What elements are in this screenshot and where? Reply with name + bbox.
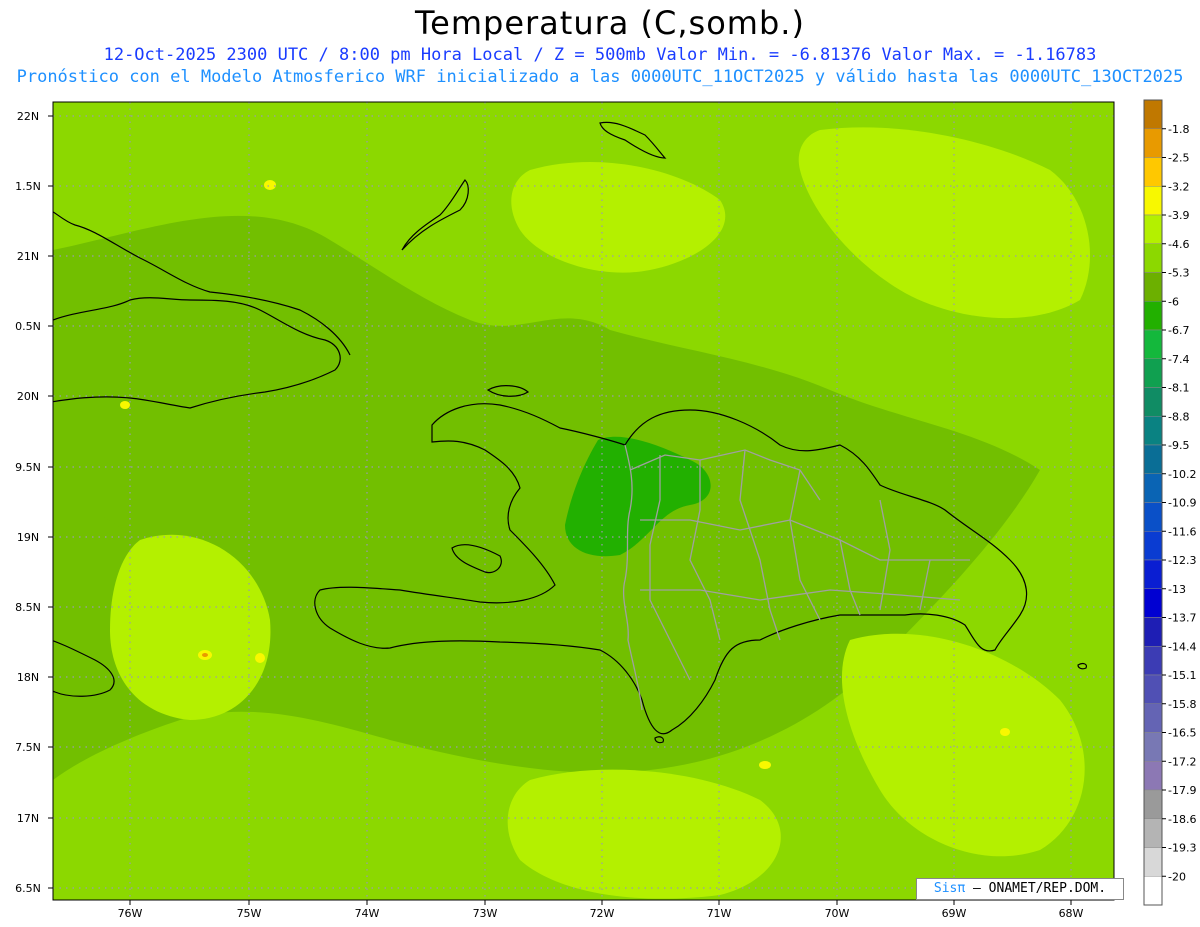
warm-spot bbox=[1000, 728, 1010, 736]
colorbar-swatch bbox=[1143, 818, 1163, 848]
colorbar-swatch bbox=[1143, 358, 1163, 388]
colorbar-label: -19.3 bbox=[1168, 842, 1196, 855]
colorbar-swatch bbox=[1143, 703, 1163, 733]
colorbar-label: -10.9 bbox=[1168, 497, 1196, 510]
lon-tick-label: 74W bbox=[355, 907, 380, 920]
colorbar-swatch bbox=[1143, 761, 1163, 791]
colorbar-label: -16.5 bbox=[1168, 727, 1196, 740]
colorbar-label: -5.3 bbox=[1168, 267, 1189, 280]
colorbar-swatch bbox=[1143, 99, 1163, 129]
colorbar-swatch bbox=[1143, 588, 1163, 618]
colorbar-swatch bbox=[1143, 272, 1163, 302]
warm-spot bbox=[264, 180, 276, 190]
onamet-credit: – ONAMET/REP.DOM. bbox=[973, 881, 1107, 896]
lon-tick-label: 72W bbox=[590, 907, 615, 920]
colorbar: -1.8 -2.5 -3.2 -3.9 -4.6 -5.3 -6 -6.7 -7.4 -8.1 -8… bbox=[1143, 99, 1196, 906]
lon-tick-label: 69W bbox=[942, 907, 967, 920]
colorbar-label: -11.6 bbox=[1168, 525, 1196, 538]
temperature-map: 22N 1.5N 21N 0.5N 20N 9.5N 19N 8.5N 18N 7.5N 17N 6.… bbox=[15, 99, 1196, 920]
colorbar-label: -9.5 bbox=[1168, 439, 1189, 452]
colorbar-label: -17.2 bbox=[1168, 755, 1196, 768]
colorbar-label: -12.3 bbox=[1168, 554, 1196, 567]
sispi-logo: Sisπ bbox=[933, 881, 966, 896]
colorbar-label: -18.6 bbox=[1168, 813, 1196, 826]
colorbar-swatch bbox=[1143, 617, 1163, 647]
colorbar-swatch bbox=[1143, 531, 1163, 561]
lat-tick-label: 0.5N bbox=[15, 320, 41, 333]
lon-tick-label: 73W bbox=[473, 907, 498, 920]
lat-tick-label: 21N bbox=[17, 250, 39, 263]
colorbar-swatch bbox=[1143, 301, 1163, 331]
colorbar-swatch bbox=[1143, 387, 1163, 417]
colorbar-label: -1.8 bbox=[1168, 123, 1189, 136]
lat-tick-label: 22N bbox=[17, 110, 39, 123]
colorbar-swatch bbox=[1143, 329, 1163, 359]
colorbar-swatch bbox=[1143, 214, 1163, 244]
lat-tick-label: 8.5N bbox=[15, 601, 41, 614]
colorbar-swatch bbox=[1143, 444, 1163, 474]
colorbar-label: -20 bbox=[1168, 870, 1186, 883]
colorbar-swatch bbox=[1143, 186, 1163, 216]
hot-spot bbox=[202, 653, 208, 657]
colorbar-label: -3.9 bbox=[1168, 209, 1189, 222]
colorbar-label: -8.1 bbox=[1168, 382, 1189, 395]
lat-tick-label: 18N bbox=[17, 671, 39, 684]
lon-tick-label: 68W bbox=[1059, 907, 1084, 920]
colorbar-swatch bbox=[1143, 128, 1163, 158]
colorbar-label: -8.8 bbox=[1168, 410, 1189, 423]
warm-spot bbox=[759, 761, 771, 769]
colorbar-label: -3.2 bbox=[1168, 180, 1189, 193]
colorbar-label: -15.8 bbox=[1168, 698, 1196, 711]
colorbar-label: -2.5 bbox=[1168, 152, 1189, 165]
colorbar-label: -13 bbox=[1168, 583, 1186, 596]
lon-tick-label: 75W bbox=[237, 907, 262, 920]
colorbar-label: -10.2 bbox=[1168, 468, 1196, 481]
colorbar-swatch bbox=[1143, 847, 1163, 877]
latitude-axis: 22N 1.5N 21N 0.5N 20N 9.5N 19N 8.5N 18N 7.5N 17N 6.… bbox=[15, 110, 53, 895]
colorbar-label: -14.4 bbox=[1168, 640, 1196, 653]
lat-tick-label: 1.5N bbox=[15, 180, 41, 193]
colorbar-label: -15.1 bbox=[1168, 669, 1196, 682]
warm-spot bbox=[255, 653, 265, 663]
lat-tick-label: 20N bbox=[17, 390, 39, 403]
lat-tick-label: 9.5N bbox=[15, 461, 41, 474]
colorbar-label: -17.9 bbox=[1168, 784, 1196, 797]
colorbar-swatch bbox=[1143, 789, 1163, 819]
colorbar-label: -4.6 bbox=[1168, 238, 1189, 251]
colorbar-swatch bbox=[1143, 243, 1163, 273]
lon-tick-label: 76W bbox=[118, 907, 143, 920]
colorbar-label: -6.7 bbox=[1168, 324, 1189, 337]
lon-tick-label: 71W bbox=[707, 907, 732, 920]
colorbar-swatch bbox=[1143, 646, 1163, 676]
lat-tick-label: 6.5N bbox=[15, 882, 41, 895]
temperature-field bbox=[53, 102, 1114, 900]
colorbar-label: -13.7 bbox=[1168, 612, 1196, 625]
lat-tick-label: 19N bbox=[17, 531, 39, 544]
colorbar-label: -6 bbox=[1168, 295, 1179, 308]
colorbar-label: -7.4 bbox=[1168, 353, 1189, 366]
colorbar-swatch bbox=[1143, 473, 1163, 503]
colorbar-swatch bbox=[1143, 559, 1163, 589]
colorbar-swatch bbox=[1143, 157, 1163, 187]
warm-spot bbox=[120, 401, 130, 409]
lon-tick-label: 70W bbox=[825, 907, 850, 920]
colorbar-swatch bbox=[1143, 876, 1163, 906]
colorbar-swatch bbox=[1143, 502, 1163, 532]
credit-box: Sisπ – ONAMET/REP.DOM. bbox=[916, 878, 1124, 900]
lat-tick-label: 17N bbox=[17, 812, 39, 825]
longitude-axis: 76W 75W 74W 73W 72W 71W 70W 69W 68W bbox=[118, 900, 1084, 920]
colorbar-swatch bbox=[1143, 416, 1163, 446]
colorbar-swatch bbox=[1143, 674, 1163, 704]
colorbar-swatch bbox=[1143, 732, 1163, 762]
lat-tick-label: 7.5N bbox=[15, 741, 41, 754]
